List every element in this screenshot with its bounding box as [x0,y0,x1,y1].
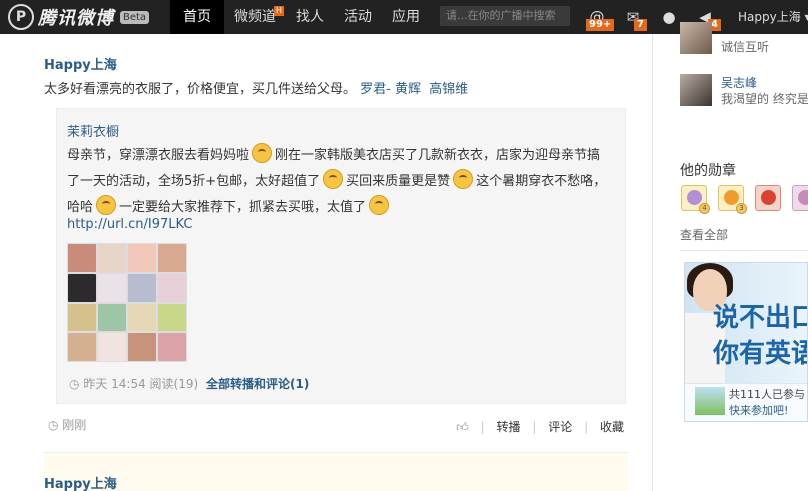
at-mention-badge: 99+ [586,19,615,31]
medal-icon[interactable] [755,185,781,211]
quoted-text-part: 母亲节，穿漂漂衣服去看妈妈啦 [67,148,250,163]
ad-cta-link[interactable]: 快来参加吧! [729,402,788,418]
person-desc: 诚信互听 [721,40,770,54]
clock-icon: ◷ [69,377,80,391]
clock-icon: ◷ [48,418,63,432]
hot-badge: H [273,6,284,16]
divider: | [584,420,589,434]
avatar[interactable] [680,74,712,106]
medals-title: 他的勋章 [680,163,736,179]
nav-find-people-label: 找人 [296,9,324,25]
nav-activities-label: 活动 [344,9,372,25]
post-time[interactable]: ◷ 刚刚 [48,416,86,433]
all-reposts-link[interactable]: 全部转播和评论(1) [206,377,309,391]
quoted-post: 茉莉衣橱 母亲节，穿漂漂衣服去看妈妈啦 刚在一家韩版美衣店买了几款新衣衣，店家为迎… [56,108,626,404]
post-text: 太多好看漂亮的衣服了，价格便宜，买几件送给父母。 罗君- 黄辉 高锦维 [44,78,468,97]
comment-button[interactable]: 评论 [548,420,572,434]
medal-icon[interactable] [792,185,808,211]
cool-emoji-icon [453,169,474,189]
tencent-weibo-logo[interactable]: P 腾讯微博 Beta [8,4,150,30]
main-nav: 首页 微频道 H 找人 活动 应用 [170,0,430,34]
divider [680,250,808,251]
ad-image: 说不出口 你有英语 [685,263,808,383]
mention-link[interactable]: 罗君- 黄辉 [360,82,421,97]
ad-headline-1: 说不出口 [713,303,808,333]
nav-apps-label: 应用 [392,9,420,25]
divider: | [532,420,537,434]
happy-emoji-icon [323,169,344,189]
nav-channels[interactable]: 微频道 H [224,0,286,34]
post-time-label: 刚刚 [62,418,87,432]
sidebar-person[interactable]: 吴志峰 我渴望的 终究是 [680,74,808,106]
divider: | [480,420,485,434]
smile-emoji-icon [252,143,273,163]
post-actions: 👍︎ | 转播 | 评论 | 收藏 [448,418,624,435]
post-author[interactable]: Happy上海 [44,54,117,73]
next-post: Happy上海 [44,452,628,491]
quoted-time[interactable]: 昨天 14:54 [83,377,145,391]
happy-emoji-icon [369,195,390,215]
quoted-meta: ◷ 昨天 14:54 阅读(19) 全部转播和评论(1) [69,375,309,392]
ad-participant-count: 共111人已参与 [729,388,805,401]
nav-activities[interactable]: 活动 [334,0,382,34]
mention-link[interactable]: 高锦维 [429,82,468,97]
repost-button[interactable]: 转播 [497,420,521,434]
logo-text: 腾讯微博 [38,8,114,29]
avatar[interactable] [680,22,712,54]
image-thumbnail[interactable] [67,243,187,362]
nav-find-people[interactable]: 找人 [286,0,334,34]
wink-emoji-icon [96,195,117,215]
english-course-ad[interactable]: 说不出口 你有英语 共111人已参与 快来参加吧! [684,262,808,422]
medals-list: 4 3 [681,185,808,214]
search-input[interactable]: 请...在你的广播中搜索 [440,6,570,26]
person-name[interactable]: 吴志峰 [721,74,757,91]
quoted-text-part: 买回来质量更是赞 [346,174,451,189]
user-icon[interactable]: ● [658,7,680,27]
ad-footer: 共111人已参与 快来参加吧! [685,383,807,421]
mail-badge: 7 [634,19,647,31]
person-desc: 我渴望的 终究是 [721,92,808,106]
short-url-link[interactable]: http://url.cn/I97LKC [67,217,192,232]
beta-badge: Beta [120,10,150,24]
sidebar-divider [652,34,653,491]
nav-home-label: 首页 [183,9,211,25]
favorite-button[interactable]: 收藏 [600,420,624,434]
sidebar-person[interactable]: 诚信互听 [680,22,808,54]
post-body: 太多好看漂亮的衣服了，价格便宜，买几件送给父母。 [44,82,357,97]
nav-apps[interactable]: 应用 [382,0,430,34]
medal-count: 3 [736,203,747,214]
nav-home[interactable]: 首页 [170,0,224,34]
like-icon[interactable]: 👍︎ [456,420,469,434]
ad-thumbnail [695,387,725,415]
quoted-text: 母亲节，穿漂漂衣服去看妈妈啦 刚在一家韩版美衣店买了几款新衣衣，店家为迎母亲节搞了… [67,143,612,221]
ad-headline-2: 你有英语 [713,339,808,369]
medal-icon[interactable]: 4 [681,185,710,214]
nav-channels-label: 微频道 [234,9,276,25]
quoted-text-part: 一定要给大家推荐下，抓紧去买哦，太值了 [119,200,367,215]
logo-p-icon: P [8,4,34,30]
view-all-medals-link[interactable]: 查看全部 [680,226,728,243]
post-footer: ◷ 刚刚 👍︎ | 转播 | 评论 | 收藏 [44,416,628,436]
read-count: 阅读(19) [149,377,199,391]
post-author[interactable]: Happy上海 [44,473,117,491]
medal-count: 4 [699,203,710,214]
quoted-author[interactable]: 茉莉衣橱 [67,121,119,140]
medal-icon[interactable]: 3 [718,185,747,214]
